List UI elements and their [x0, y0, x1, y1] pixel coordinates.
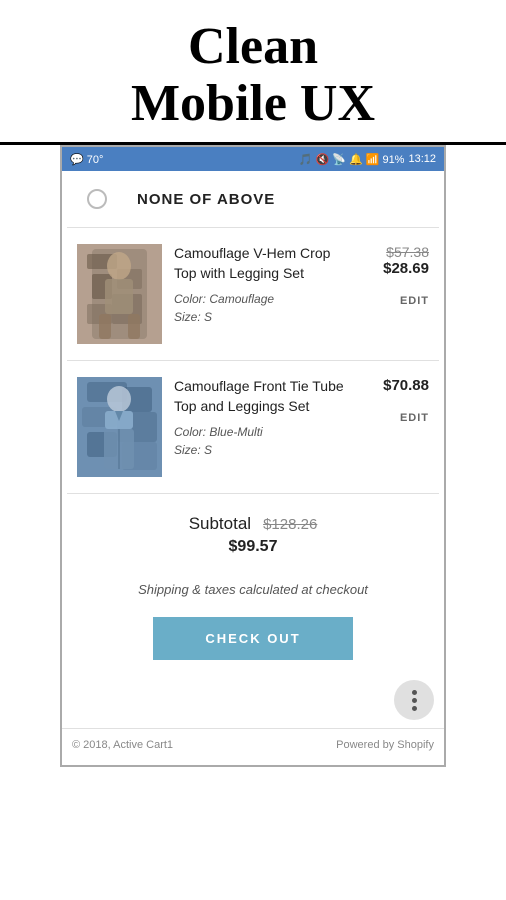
fab-button[interactable]	[394, 680, 434, 720]
item-image-1	[77, 244, 162, 344]
item-details-1: Camouflage V-Hem Crop Top with Legging S…	[174, 244, 347, 325]
price-sale-1: $28.69	[359, 260, 429, 277]
more-dots-icon	[412, 690, 417, 711]
item-meta-2: Color: Blue-Multi Size: S	[174, 423, 347, 459]
color-label-2: Color:	[174, 425, 206, 439]
subtotal-sale: $99.57	[82, 538, 424, 556]
cart-item-2: Camouflage Front Tie Tube Top and Leggin…	[67, 361, 439, 494]
cart-item: Camouflage V-Hem Crop Top with Legging S…	[67, 228, 439, 361]
none-above-radio[interactable]	[87, 189, 107, 209]
page-header: Clean Mobile UX	[0, 0, 506, 145]
edit-button-1[interactable]: EDIT	[359, 295, 429, 307]
price-sale-2: $70.88	[359, 377, 429, 394]
size-value-1: S	[204, 310, 212, 324]
item-image-2	[77, 377, 162, 477]
size-label-1: Size:	[174, 310, 201, 324]
edit-button-2[interactable]: EDIT	[359, 412, 429, 424]
subtotal-original: $128.26	[263, 516, 317, 533]
dot-3	[412, 706, 417, 711]
color-value-1: Camouflage	[209, 292, 274, 306]
item-price-col-2: $70.88 EDIT	[359, 377, 429, 424]
subtotal-row: Subtotal $128.26	[82, 514, 424, 534]
item-name-1: Camouflage V-Hem Crop Top with Legging S…	[174, 244, 347, 283]
none-above-label: NONE OF ABOVE	[137, 191, 275, 208]
status-bar-icons: 🎵 🔇 📡 🔔 📶 91%	[299, 153, 405, 166]
content-area: NONE OF ABOVE	[62, 171, 444, 765]
phone-frame: 💬 70° 🎵 🔇 📡 🔔 📶 91% 13:12 NONE OF ABOVE	[60, 145, 446, 767]
status-bar: 💬 70° 🎵 🔇 📡 🔔 📶 91% 13:12	[62, 147, 444, 171]
color-label-1: Color:	[174, 292, 206, 306]
subtotal-section: Subtotal $128.26 $99.57	[62, 494, 444, 566]
item-meta-1: Color: Camouflage Size: S	[174, 290, 347, 326]
dot-1	[412, 690, 417, 695]
item-price-col-1: $57.38 $28.69 EDIT	[359, 244, 429, 307]
footer-left: © 2018, Active Cart1	[72, 739, 173, 751]
size-label-2: Size:	[174, 443, 201, 457]
size-value-2: S	[204, 443, 212, 457]
dot-2	[412, 698, 417, 703]
checkout-button[interactable]: CHECK OUT	[153, 617, 353, 660]
page-title: Clean Mobile UX	[10, 18, 496, 132]
item-name-2: Camouflage Front Tie Tube Top and Leggin…	[174, 377, 347, 416]
footer: © 2018, Active Cart1 Powered by Shopify	[62, 728, 444, 765]
status-bar-notification: 💬 70°	[70, 153, 103, 166]
none-above-row[interactable]: NONE OF ABOVE	[67, 171, 439, 228]
status-bar-left: 💬 70°	[70, 153, 103, 166]
subtotal-label: Subtotal	[189, 514, 251, 534]
shipping-note: Shipping & taxes calculated at checkout	[62, 582, 444, 597]
status-bar-right: 🎵 🔇 📡 🔔 📶 91% 13:12	[299, 153, 436, 166]
status-bar-time: 13:12	[408, 153, 436, 165]
price-original-1: $57.38	[359, 244, 429, 260]
item-details-2: Camouflage Front Tie Tube Top and Leggin…	[174, 377, 347, 458]
color-value-2: Blue-Multi	[209, 425, 262, 439]
footer-right: Powered by Shopify	[336, 739, 434, 751]
